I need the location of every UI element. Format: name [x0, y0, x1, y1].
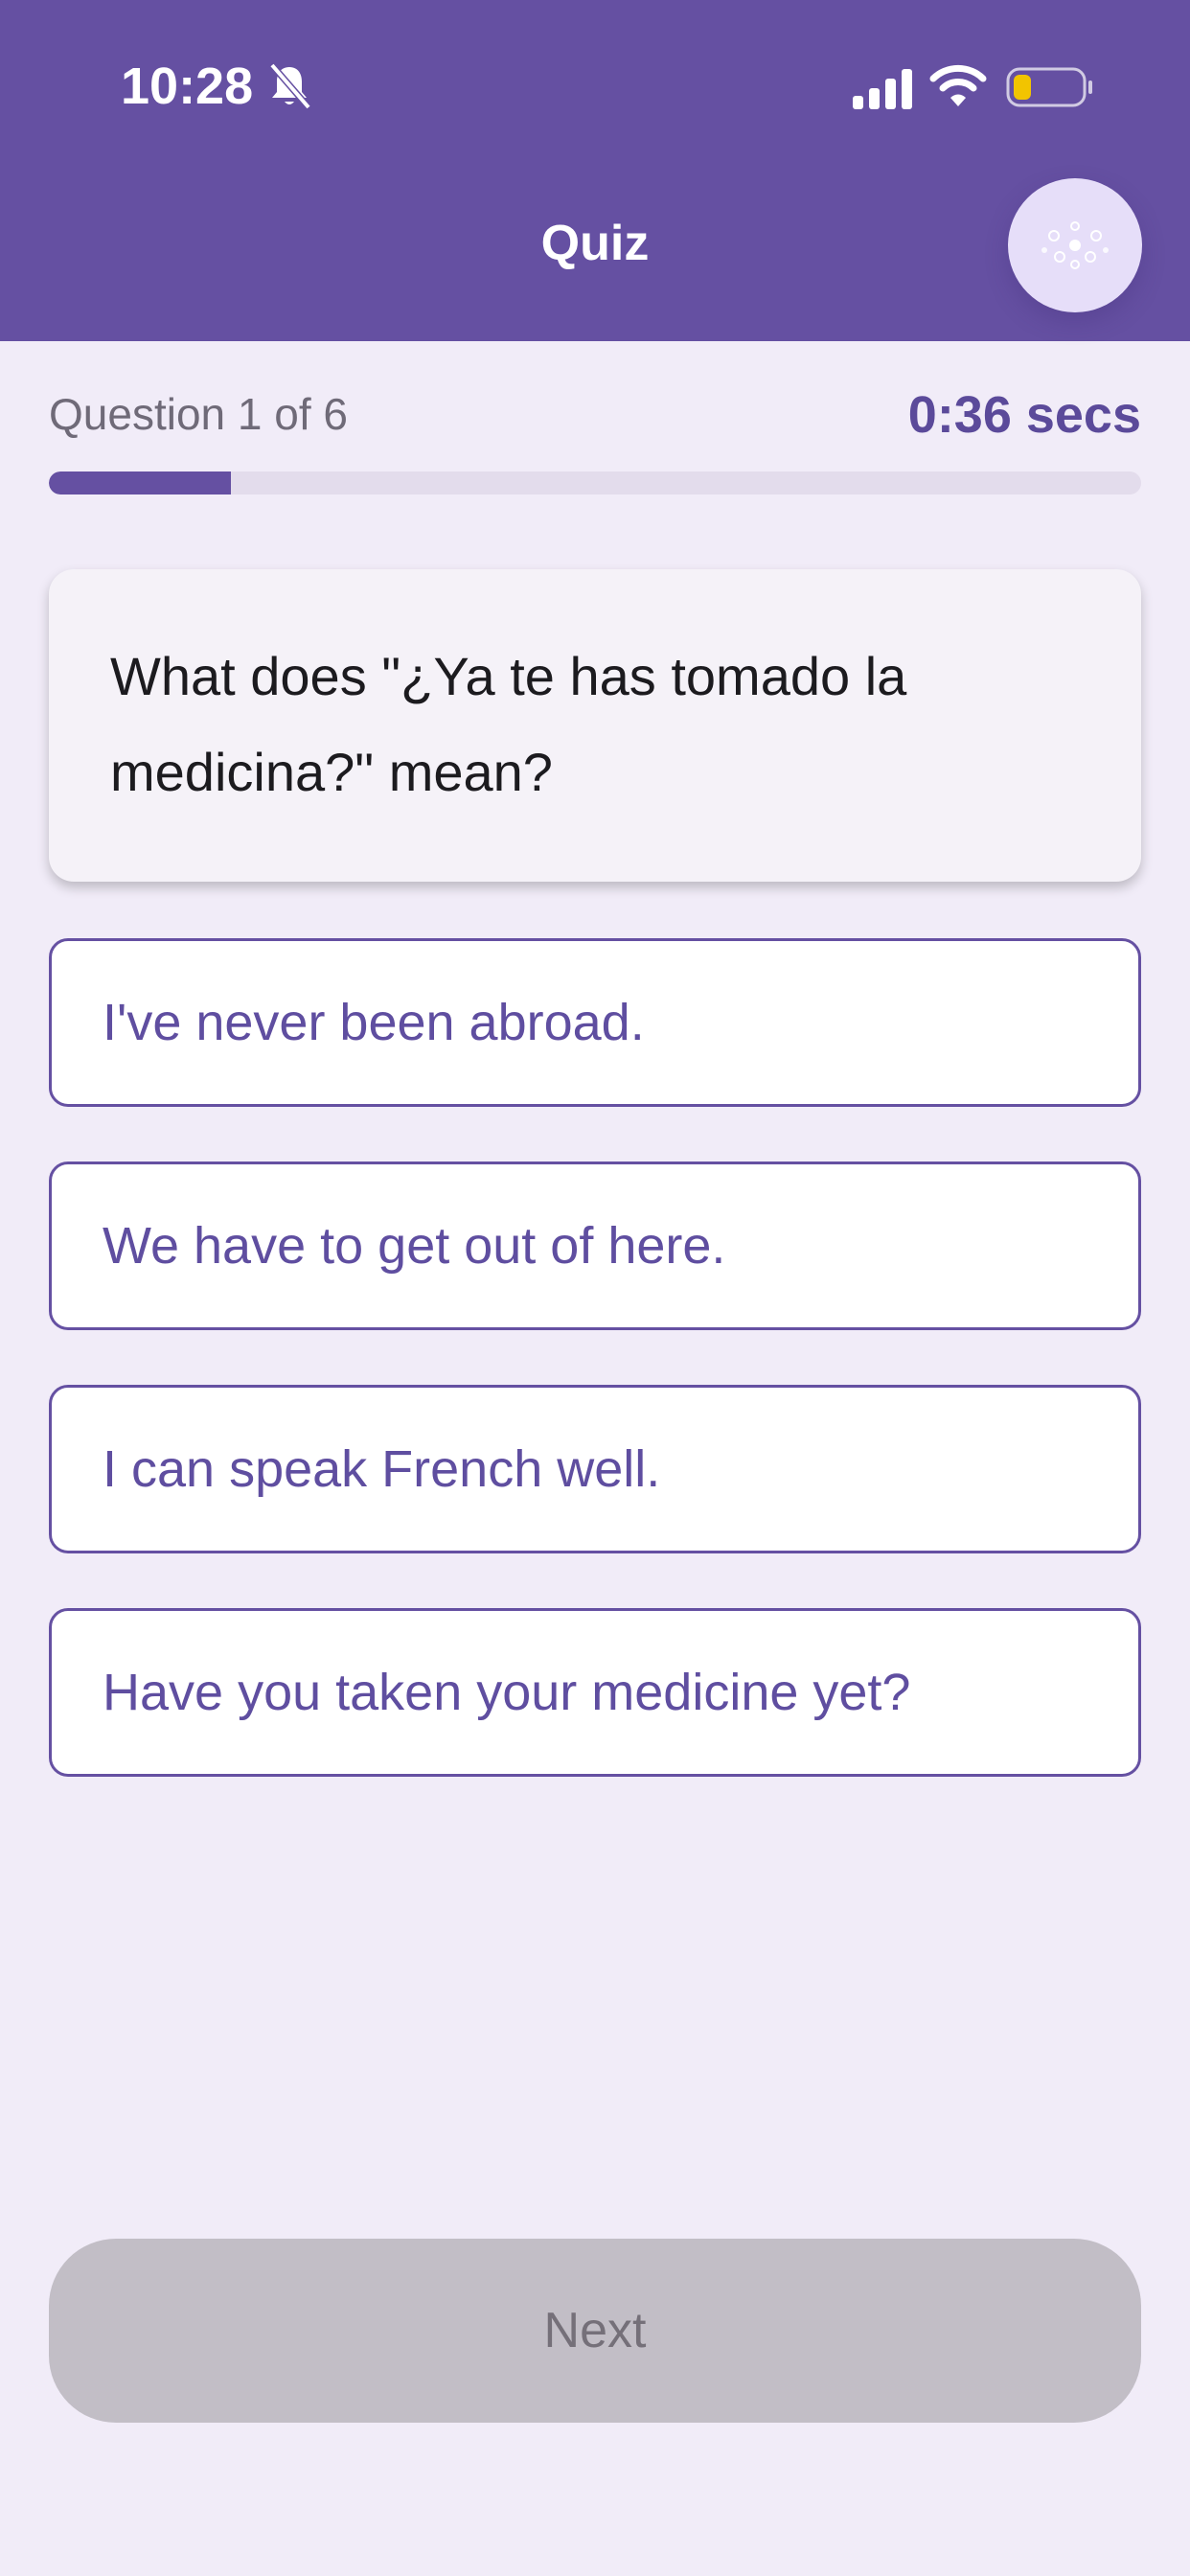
wifi-icon	[929, 64, 987, 106]
progress-bar-fill	[49, 472, 232, 494]
answer-option-4[interactable]: Have you taken your medicine yet?	[49, 1608, 1141, 1777]
question-card: What does "¿Ya te has tomado la medicina…	[49, 569, 1141, 882]
question-counter: Question 1 of 6	[49, 389, 348, 439]
status-time: 10:28	[121, 58, 254, 115]
battery-level	[1014, 75, 1031, 100]
battery-icon	[1006, 67, 1092, 107]
cellular-signal-icon	[853, 69, 912, 109]
quiz-timer: 0:36 secs	[907, 386, 1141, 444]
progress-bar	[49, 472, 1141, 494]
app-header: 10:28 Quiz	[0, 0, 1190, 341]
bell-muted-icon	[269, 62, 311, 110]
answer-option-label: We have to get out of here.	[103, 1217, 726, 1275]
question-text: What does "¿Ya te has tomado la medicina…	[110, 646, 907, 802]
avatar-icon	[1041, 221, 1109, 269]
next-button[interactable]: Next	[49, 2239, 1141, 2423]
answer-option-label: I've never been abroad.	[103, 994, 645, 1051]
answer-option-label: Have you taken your medicine yet?	[103, 1664, 911, 1721]
answer-option-3[interactable]: I can speak French well.	[49, 1385, 1141, 1553]
answer-option-label: I can speak French well.	[103, 1440, 661, 1498]
answer-option-2[interactable]: We have to get out of here.	[49, 1162, 1141, 1330]
answer-option-1[interactable]: I've never been abroad.	[49, 938, 1141, 1107]
avatar-button[interactable]	[1008, 178, 1142, 312]
